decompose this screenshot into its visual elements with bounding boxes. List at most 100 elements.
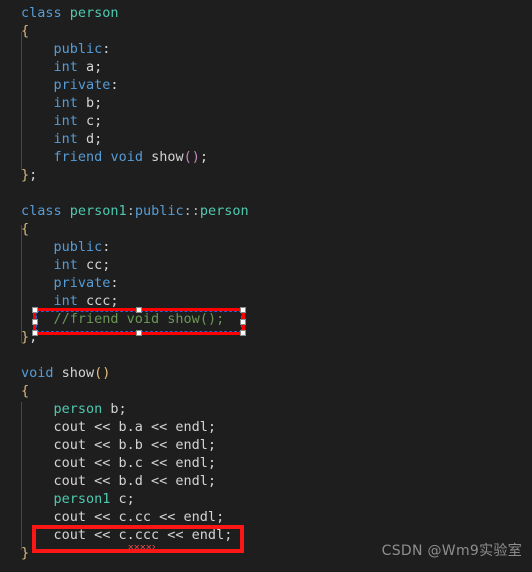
code-line[interactable]: private:: [0, 76, 532, 94]
code-line[interactable]: int cc;: [0, 256, 532, 274]
code-token: :: [102, 41, 111, 57]
code-line[interactable]: [0, 184, 532, 202]
code-token: {: [21, 383, 30, 399]
code-token: }: [21, 329, 30, 345]
code-token: person: [69, 5, 119, 21]
code-token: int: [53, 59, 78, 75]
code-token: int: [53, 293, 78, 309]
error-squiggle: [128, 545, 155, 549]
code-token: cc;: [77, 257, 111, 273]
code-line[interactable]: friend void show();: [0, 148, 532, 166]
code-line[interactable]: int b;: [0, 94, 532, 112]
code-line[interactable]: cout << b.a << endl;: [0, 418, 532, 436]
code-token: show: [53, 365, 95, 381]
code-token: void: [110, 149, 143, 165]
code-line[interactable]: void show(): [0, 364, 532, 382]
code-token: (): [94, 365, 111, 381]
code-line[interactable]: person1 c;: [0, 490, 532, 508]
code-line[interactable]: };: [0, 166, 532, 184]
code-token: cout << b.b << endl;: [21, 437, 217, 453]
code-line[interactable]: cout << b.b << endl;: [0, 436, 532, 454]
code-token: cout << b.d << endl;: [21, 473, 217, 489]
code-line[interactable]: public:: [0, 238, 532, 256]
code-line[interactable]: class person: [0, 4, 532, 22]
code-token: {: [21, 221, 30, 237]
code-line[interactable]: [0, 346, 532, 364]
code-token: ccc;: [77, 293, 119, 309]
code-token: {: [21, 23, 30, 39]
code-token: d;: [77, 131, 103, 147]
code-editor[interactable]: class person{ public: int a; private: in…: [0, 0, 532, 572]
code-line[interactable]: {: [0, 220, 532, 238]
code-line[interactable]: int c;: [0, 112, 532, 130]
code-line[interactable]: int d;: [0, 130, 532, 148]
code-token: :: [110, 77, 119, 93]
code-token: :: [126, 203, 135, 219]
code-token: ::: [183, 203, 200, 219]
code-token: cout << b.c << endl;: [21, 455, 217, 471]
code-token: private: [53, 77, 111, 93]
watermark: CSDN @Wm9实验室: [381, 543, 522, 559]
code-token: (): [183, 149, 200, 165]
code-token: :: [102, 239, 111, 255]
code-token: cout << c.ccc << endl;: [21, 527, 233, 543]
code-line[interactable]: private:: [0, 274, 532, 292]
code-token: ;: [199, 149, 208, 165]
code-token: c;: [77, 113, 103, 129]
code-token: cout << c.cc << endl;: [21, 509, 225, 525]
code-token: private: [53, 275, 111, 291]
code-line[interactable]: cout << c.cc << endl;: [0, 508, 532, 526]
code-line[interactable]: int a;: [0, 58, 532, 76]
code-line[interactable]: //friend void show();: [0, 310, 532, 328]
code-token: }: [21, 545, 30, 561]
code-token: :: [110, 275, 119, 291]
code-token: int: [53, 113, 78, 129]
code-token: class: [21, 203, 70, 219]
code-token: ;: [29, 329, 38, 345]
code-line[interactable]: int ccc;: [0, 292, 532, 310]
code-token: }: [21, 167, 30, 183]
code-line[interactable]: class person1:public::person: [0, 202, 532, 220]
code-token: b;: [102, 401, 127, 417]
code-line[interactable]: {: [0, 382, 532, 400]
code-line[interactable]: person b;: [0, 400, 532, 418]
code-content[interactable]: class person{ public: int a; private: in…: [0, 0, 532, 562]
code-token: int: [53, 131, 78, 147]
code-token: int: [53, 95, 78, 111]
code-line[interactable]: };: [0, 328, 532, 346]
code-token: ;: [29, 167, 38, 183]
code-token: a;: [77, 59, 103, 75]
code-line[interactable]: {: [0, 22, 532, 40]
code-line[interactable]: cout << b.d << endl;: [0, 472, 532, 490]
code-token: public: [53, 41, 103, 57]
code-token: friend: [53, 149, 103, 165]
code-token: person: [53, 401, 103, 417]
code-line[interactable]: cout << b.c << endl;: [0, 454, 532, 472]
code-token: //friend void show();: [53, 311, 225, 327]
code-token: public: [53, 239, 103, 255]
code-token: person1: [53, 491, 111, 507]
code-token: int: [53, 257, 78, 273]
code-token: class: [21, 5, 70, 21]
code-token: b;: [77, 95, 103, 111]
code-token: person: [199, 203, 249, 219]
code-line[interactable]: public:: [0, 40, 532, 58]
code-token: c;: [110, 491, 135, 507]
code-token: person1: [69, 203, 127, 219]
code-token: void: [21, 365, 54, 381]
